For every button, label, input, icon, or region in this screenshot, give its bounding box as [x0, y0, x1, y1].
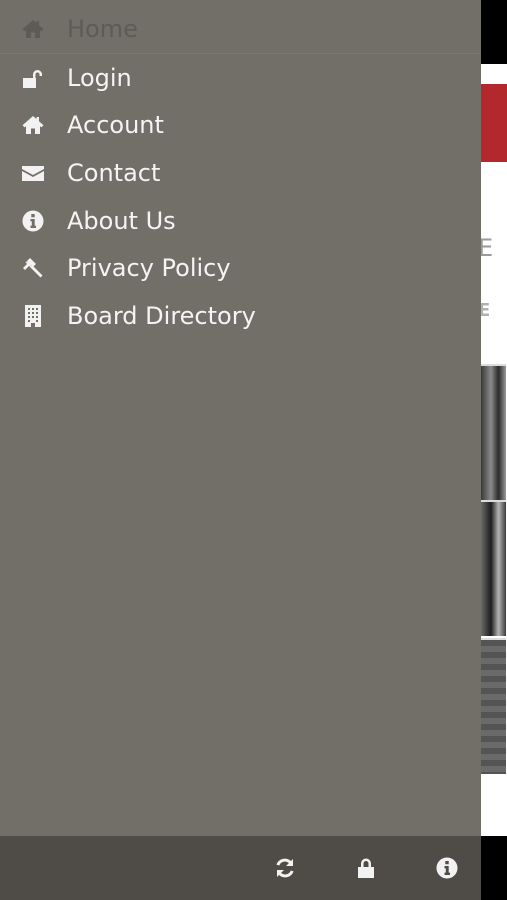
- menu-item-contact[interactable]: Contact: [0, 149, 481, 197]
- gavel-icon: [20, 255, 46, 281]
- menu-item-login[interactable]: Login: [0, 54, 481, 102]
- drawer-menu: Home Login Account Contact About Us Priv…: [0, 6, 481, 340]
- menu-item-label: Login: [67, 63, 132, 92]
- menu-item-about-us[interactable]: About Us: [0, 197, 481, 245]
- menu-item-label: Account: [67, 111, 164, 140]
- menu-item-label: Home: [67, 15, 138, 44]
- menu-item-account[interactable]: Account: [0, 101, 481, 149]
- unlock-icon: [20, 65, 46, 91]
- menu-item-home[interactable]: Home: [0, 6, 481, 54]
- refresh-icon[interactable]: [272, 855, 298, 881]
- app-photo[interactable]: [481, 500, 506, 636]
- app-photo[interactable]: [481, 364, 506, 500]
- info-circle-icon: [20, 208, 46, 234]
- menu-item-board-directory[interactable]: Board Directory: [0, 292, 481, 340]
- side-drawer: Home Login Account Contact About Us Priv…: [0, 0, 481, 900]
- building-icon: [20, 303, 46, 329]
- menu-item-label: Privacy Policy: [67, 254, 231, 283]
- menu-item-privacy-policy[interactable]: Privacy Policy: [0, 244, 481, 292]
- menu-item-label: Board Directory: [67, 301, 256, 330]
- home-icon: [20, 112, 46, 138]
- menu-item-label: About Us: [67, 206, 176, 235]
- info-circle-icon[interactable]: [434, 855, 460, 881]
- envelope-icon: [20, 160, 46, 186]
- home-icon: [20, 16, 46, 42]
- lock-icon[interactable]: [353, 855, 379, 881]
- app-photo[interactable]: [481, 638, 506, 774]
- drawer-footer: [0, 836, 481, 900]
- menu-item-label: Contact: [67, 158, 161, 187]
